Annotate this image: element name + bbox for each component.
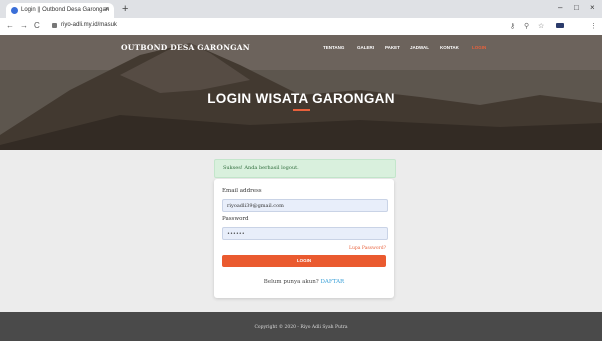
reload-icon[interactable]: C (34, 21, 40, 30)
zoom-icon[interactable]: ⚲ (524, 22, 529, 30)
browser-menu-icon[interactable]: ⋮ (590, 22, 597, 30)
email-value: riyoadli39@gmail.com (227, 203, 284, 209)
password-value: •••••• (227, 231, 245, 237)
login-card: Email address riyoadli39@gmail.com Passw… (214, 179, 394, 298)
email-field[interactable]: riyoadli39@gmail.com (222, 199, 388, 212)
browser-tab[interactable]: Login || Outbond Desa Garongan × (6, 3, 114, 18)
copyright-text: Copyright © 2020 - Riyo Adli Syah Putra (254, 325, 348, 330)
extension-icon[interactable] (556, 22, 564, 31)
nav-item-kontak[interactable]: KONTAK (440, 45, 459, 50)
title-underline-divider (293, 109, 310, 111)
back-icon[interactable]: ← (6, 21, 14, 30)
site-brand[interactable]: OUTBOND DESA GARONGAN (121, 43, 250, 52)
maximize-icon[interactable]: □ (574, 3, 579, 12)
site-footer: Copyright © 2020 - Riyo Adli Syah Putra (0, 312, 602, 341)
new-tab-button[interactable]: + (122, 3, 128, 15)
login-button[interactable]: LOGIN (222, 255, 386, 267)
alert-message: Sukses! Anda berhasil logout. (223, 165, 299, 171)
lock-icon[interactable] (52, 23, 57, 28)
password-label: Password (222, 216, 249, 222)
nav-item-jadwal[interactable]: JADWAL (410, 45, 429, 50)
forward-icon[interactable]: → (20, 21, 28, 30)
signup-prompt-text: Belum punya akun? (263, 279, 319, 285)
minimize-icon[interactable]: – (558, 3, 562, 12)
signup-prompt: Belum punya akun? DAFTAR (214, 279, 394, 285)
password-field[interactable]: •••••• (222, 227, 388, 240)
success-alert: Sukses! Anda berhasil logout. (214, 159, 396, 178)
window-close-icon[interactable]: × (590, 3, 595, 12)
bookmark-star-icon[interactable]: ☆ (538, 22, 544, 30)
forgot-password-link[interactable]: Lupa Password? (349, 246, 386, 251)
email-label: Email address (222, 188, 262, 194)
nav-item-paket[interactable]: PAKET (385, 45, 400, 50)
nav-item-tentang[interactable]: TENTANG (323, 45, 344, 50)
hero-banner: OUTBOND DESA GARONGAN TENTANG GALERI PAK… (0, 35, 602, 150)
url-input[interactable]: riyo-adli.my.id/masuk (61, 22, 117, 28)
nav-item-galeri[interactable]: GALERI (357, 45, 374, 50)
browser-tab-strip: Login || Outbond Desa Garongan × + – □ × (0, 0, 602, 18)
site-favicon-icon (11, 7, 18, 14)
signup-link[interactable]: DAFTAR (321, 279, 345, 285)
page-title: LOGIN WISATA GARONGAN (207, 91, 395, 106)
address-bar: ← → C riyo-adli.my.id/masuk ⚷ ⚲ ☆ ⋮ (0, 18, 602, 36)
tab-title: Login || Outbond Desa Garongan (21, 7, 110, 13)
key-icon[interactable]: ⚷ (510, 22, 515, 30)
nav-item-login[interactable]: LOGIN (472, 45, 486, 50)
tab-close-icon[interactable]: × (105, 6, 109, 13)
